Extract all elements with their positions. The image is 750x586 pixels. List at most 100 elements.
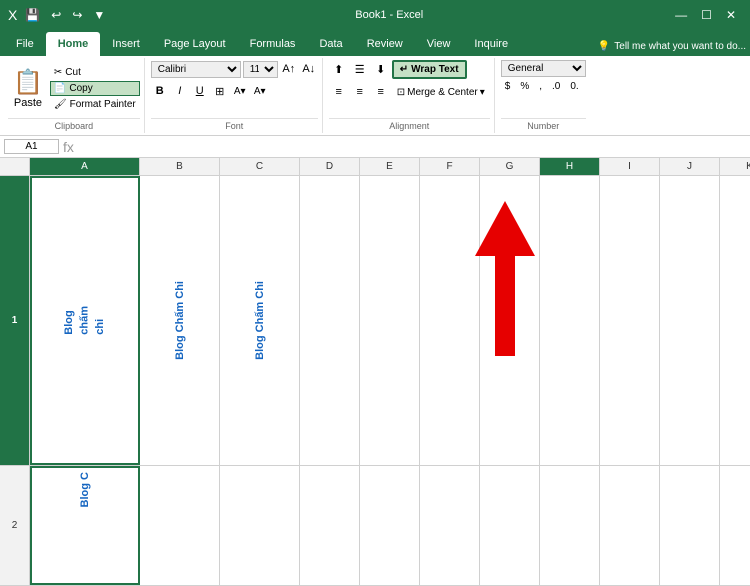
col-header-D[interactable]: D (300, 158, 360, 175)
tab-data[interactable]: Data (307, 32, 354, 56)
formula-divider: fx (63, 139, 74, 155)
cell-H1[interactable] (540, 176, 600, 465)
border-button[interactable]: ⊞ (211, 82, 229, 100)
number-format-select[interactable]: General (501, 60, 586, 77)
col-header-H[interactable]: H (540, 158, 600, 175)
font-family-select[interactable]: Calibri (151, 61, 241, 78)
tab-file[interactable]: File (4, 32, 46, 56)
col-header-G[interactable]: G (480, 158, 540, 175)
customize-button[interactable]: ▼ (89, 6, 109, 24)
decrease-decimal-button[interactable]: 0. (566, 79, 582, 94)
comma-button[interactable]: , (535, 79, 546, 94)
underline-button[interactable]: U (191, 82, 209, 100)
quick-access-toolbar: 💾 ↩ ↪ ▼ (21, 6, 109, 24)
col-header-E[interactable]: E (360, 158, 420, 175)
decrease-font-button[interactable]: A↓ (300, 60, 318, 78)
col-header-B[interactable]: B (140, 158, 220, 175)
increase-font-button[interactable]: A↑ (280, 60, 298, 78)
merge-center-button[interactable]: ⊡ Merge & Center ▾ (392, 85, 490, 100)
minimize-button[interactable]: — (669, 6, 693, 24)
cell-K1[interactable] (720, 176, 750, 465)
ribbon: 📋 Paste ✂ Cut 📄 Copy 🖌 Format Painter Cl… (0, 56, 750, 136)
copy-label: Copy (69, 83, 92, 94)
redo-button[interactable]: ↪ (68, 6, 86, 24)
wrap-text-button[interactable]: ↵ Wrap Text (392, 60, 467, 79)
cell-D2[interactable] (300, 466, 360, 585)
clipboard-content: 📋 Paste ✂ Cut 📄 Copy 🖌 Format Painter (8, 60, 140, 116)
cell-G1[interactable] (480, 176, 540, 465)
cell-I2[interactable] (600, 466, 660, 585)
col-header-A[interactable]: A (30, 158, 140, 175)
row-num-header (0, 158, 30, 175)
row-num-2[interactable]: 2 (0, 466, 29, 586)
cell-D1[interactable] (300, 176, 360, 465)
excel-icon: X (8, 7, 17, 23)
close-button[interactable]: ✕ (720, 6, 742, 24)
cell-B1[interactable]: Blog Chấm Chi (140, 176, 220, 465)
row-num-1[interactable]: 1 (0, 176, 29, 466)
col-header-J[interactable]: J (660, 158, 720, 175)
tab-insert[interactable]: Insert (100, 32, 152, 56)
copy-button[interactable]: 📄 Copy (50, 81, 140, 96)
cell-A1[interactable]: Blogchấmchi (30, 176, 140, 465)
align-middle-button[interactable]: ☰ (350, 61, 370, 79)
align-bottom-button[interactable]: ⬇ (371, 61, 391, 79)
cell-J2[interactable] (660, 466, 720, 585)
font-size-select[interactable]: 11 (243, 61, 278, 78)
wrap-text-icon: ↵ (400, 64, 408, 75)
cell-F2[interactable] (420, 466, 480, 585)
undo-button[interactable]: ↩ (47, 6, 65, 24)
search-hint: Tell me what you want to do... (614, 41, 746, 52)
cell-A2-content: Blog C (79, 472, 91, 507)
align-center-button[interactable]: ≡ (350, 83, 370, 101)
cell-H2[interactable] (540, 466, 600, 585)
align-top-button[interactable]: ⬆ (329, 61, 349, 79)
cell-J1[interactable] (660, 176, 720, 465)
col-header-K[interactable]: K (720, 158, 750, 175)
align-right-button[interactable]: ≡ (371, 83, 391, 101)
tab-inquire[interactable]: Inquire (462, 32, 520, 56)
cell-E1[interactable] (360, 176, 420, 465)
cut-button[interactable]: ✂ Cut (50, 65, 140, 80)
percent-button[interactable]: % (516, 79, 533, 94)
ribbon-search[interactable]: 💡 Tell me what you want to do... (598, 41, 746, 56)
cell-I1[interactable] (600, 176, 660, 465)
tab-formulas[interactable]: Formulas (238, 32, 308, 56)
row-numbers: 1 2 (0, 176, 30, 586)
align-left-button[interactable]: ≡ (329, 83, 349, 101)
formula-input[interactable] (78, 141, 746, 152)
number-content: General $ % , .0 0. (501, 60, 586, 116)
cut-icon: ✂ (54, 67, 62, 78)
cell-G2[interactable] (480, 466, 540, 585)
cell-C2[interactable] (220, 466, 300, 585)
cell-C1[interactable]: Blog Chấm Chi (220, 176, 300, 465)
paste-button[interactable]: 📋 Paste (8, 65, 48, 112)
tab-view[interactable]: View (415, 32, 463, 56)
col-header-C[interactable]: C (220, 158, 300, 175)
align-row-2: ≡ ≡ ≡ ⊡ Merge & Center ▾ (329, 83, 490, 101)
cell-K2[interactable] (720, 466, 750, 585)
tab-review[interactable]: Review (355, 32, 415, 56)
col-header-I[interactable]: I (600, 158, 660, 175)
bold-button[interactable]: B (151, 82, 169, 100)
currency-button[interactable]: $ (501, 79, 515, 94)
maximize-button[interactable]: ☐ (695, 6, 718, 24)
tab-page-layout[interactable]: Page Layout (152, 32, 238, 56)
increase-decimal-button[interactable]: .0 (548, 79, 564, 94)
italic-button[interactable]: I (171, 82, 189, 100)
cell-F1[interactable] (420, 176, 480, 465)
cell-A2[interactable]: Blog C (30, 466, 140, 585)
spreadsheet-area: A B C D E F G H I J K 1 2 Blogchấmchi (0, 158, 750, 586)
alignment-group: ⬆ ☰ ⬇ ↵ Wrap Text ≡ ≡ ≡ ⊡ Merge & Center… (325, 58, 495, 133)
cell-E2[interactable] (360, 466, 420, 585)
save-button[interactable]: 💾 (21, 6, 44, 24)
tab-home[interactable]: Home (46, 32, 101, 56)
cell-reference-input[interactable] (4, 139, 59, 154)
column-headers: A B C D E F G H I J K (0, 158, 750, 176)
fill-color-button[interactable]: A▾ (231, 82, 249, 100)
window-title: Book1 - Excel (115, 9, 663, 21)
format-painter-button[interactable]: 🖌 Format Painter (50, 97, 140, 112)
font-color-button[interactable]: A▾ (251, 82, 269, 100)
col-header-F[interactable]: F (420, 158, 480, 175)
cell-B2[interactable] (140, 466, 220, 585)
